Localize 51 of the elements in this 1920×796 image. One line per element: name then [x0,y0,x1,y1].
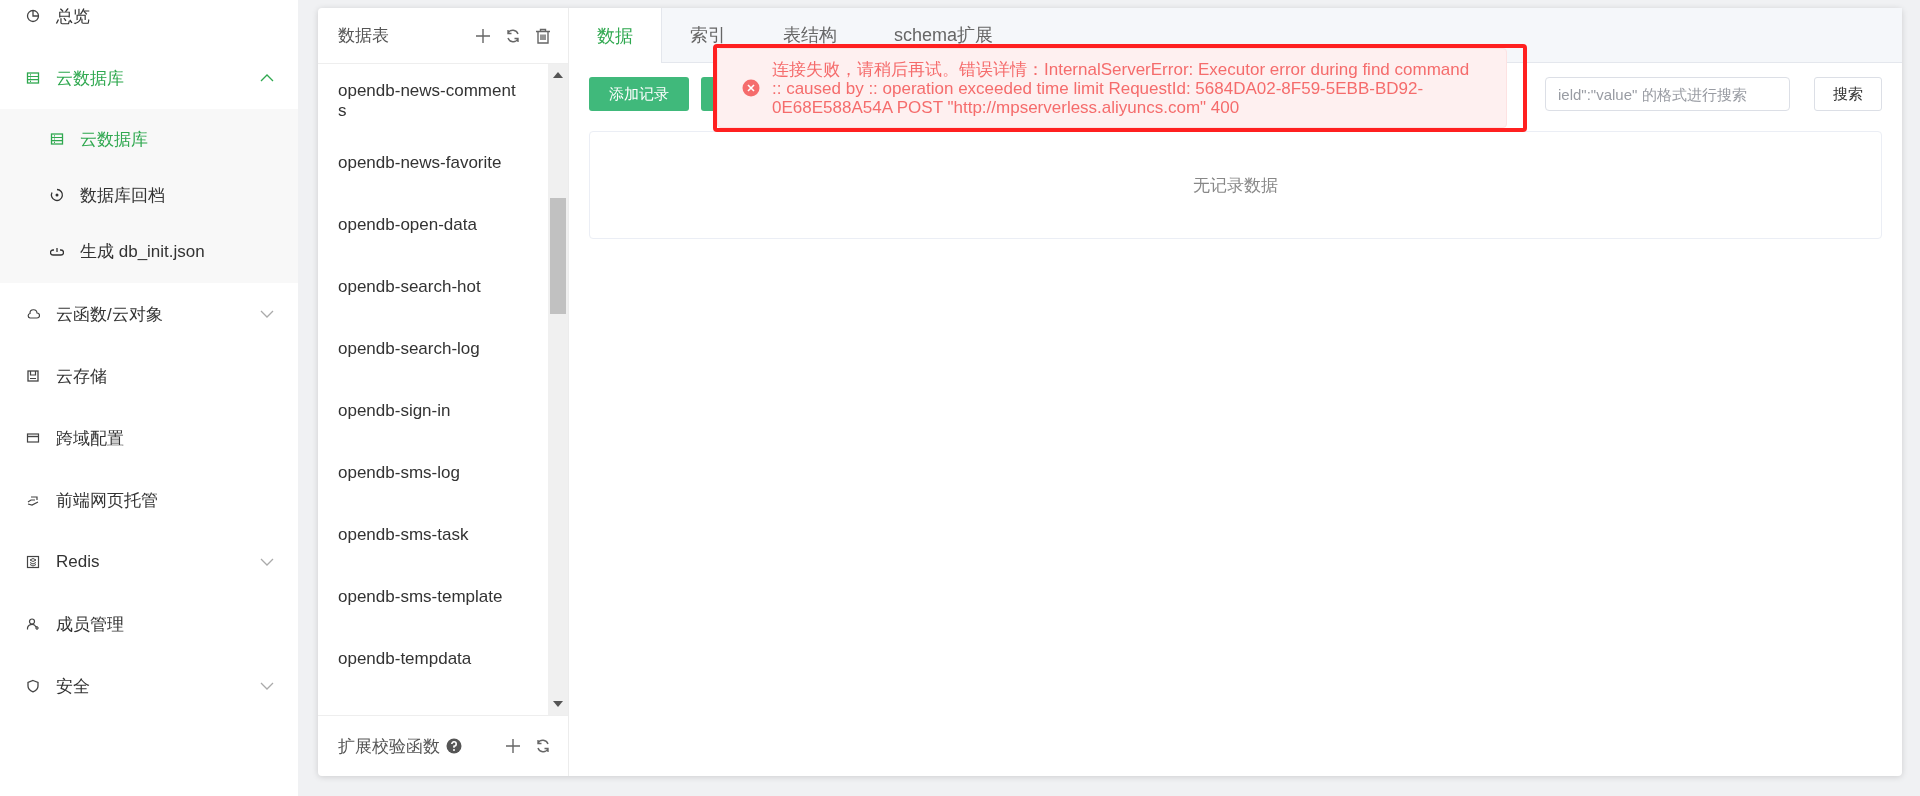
shield-icon [26,679,40,693]
scrollbar-thumb[interactable] [550,198,566,314]
footer-title: 扩展校验函数 [338,735,440,758]
refresh-icon[interactable] [534,737,552,755]
table-list-item[interactable]: opendb-news-comments [318,70,536,132]
scroll-down-icon[interactable] [553,701,563,707]
menu-item[interactable]: 成员管理 [0,593,298,655]
table-list-item[interactable]: opendb-sms-log [318,442,536,504]
menu-item[interactable]: 总览 [0,0,298,47]
chevron-icon [260,558,274,566]
menu-item[interactable]: 跨域配置 [0,407,298,469]
list-icon [50,132,64,146]
table-list-item[interactable]: opendb-sms-task [318,504,536,566]
table-list-item[interactable]: opendb-open-data [318,194,536,256]
menu-item[interactable]: 云函数/云对象 [0,283,298,345]
empty-message: 无记录数据 [1193,174,1278,197]
search-button[interactable]: 搜索 [1814,77,1882,111]
table-list-item[interactable]: opendb-sign-in [318,380,536,442]
menu-item[interactable]: 安全 [0,655,298,717]
panel-title: 数据表 [338,25,390,47]
menu-item[interactable]: 前端网页托管 [0,469,298,531]
save-icon [26,369,40,383]
user-add-icon [26,617,40,631]
table-list-item[interactable]: opendb-search-hot [318,256,536,318]
list-icon [26,71,40,85]
plus-icon[interactable] [504,737,522,755]
error-message: 连接失败，请稍后再试。错误详情：InternalServerError: Executor error during find command :: caused by :: operation exceeded time limit RequestId: 5684DA02-8F59-5EBB-BD92-0E68E588A54A POST "http://mpserverless.aliyuncs.com" 400 [772,59,1471,117]
error-icon [742,79,760,97]
trash-icon[interactable] [534,26,552,45]
cloud-icon [26,307,40,321]
chevron-icon [260,74,274,82]
table-list-item[interactable]: opendb-tempdata [318,628,536,690]
search-field[interactable]: ield":"value" 的格式进行搜索 [1545,77,1790,111]
menu-item[interactable]: 生成 db_init.json [0,223,298,279]
help-icon[interactable] [446,738,462,754]
chevron-icon [260,310,274,318]
menu-item[interactable]: 云存储 [0,345,298,407]
menu-item[interactable]: 数据库回档 [0,167,298,223]
table-list-item[interactable]: opendb-sms-template [318,566,536,628]
scrollbar[interactable] [548,64,568,715]
plus-icon[interactable] [474,26,492,45]
chevron-icon [260,682,274,690]
card-icon [26,431,40,445]
scroll-up-icon[interactable] [553,72,563,78]
tab[interactable]: 索引 [662,8,755,62]
table-list-item[interactable]: opendb-search-log [318,318,536,380]
menu-item[interactable]: Redis [0,531,298,593]
pie-chart-icon [26,9,40,23]
table-list-item[interactable]: opendb-news-favorite [318,132,536,194]
stack-icon [26,555,40,569]
restore-icon [50,188,64,202]
